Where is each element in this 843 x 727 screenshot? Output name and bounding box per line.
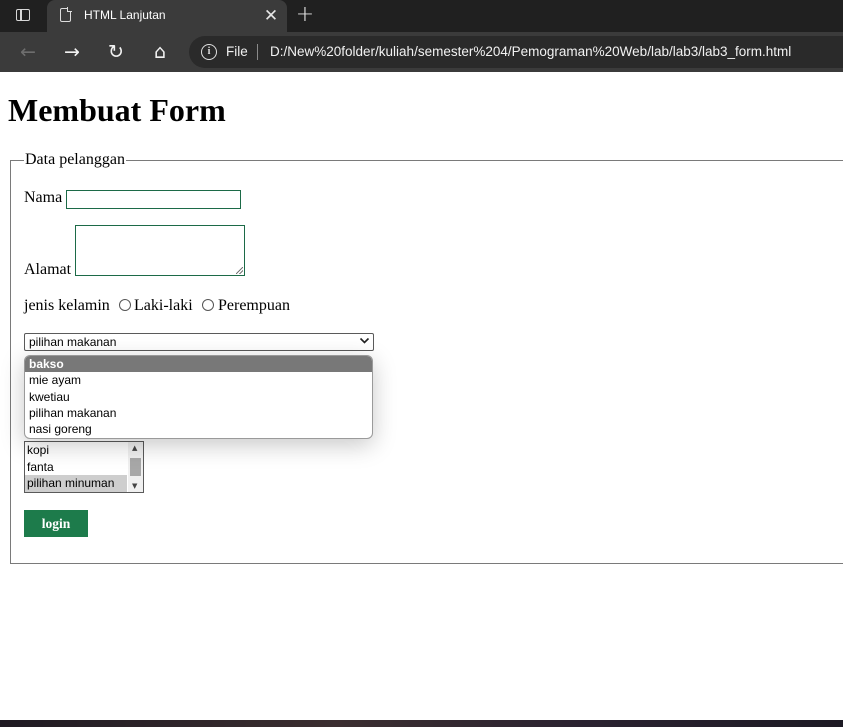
food-option-mie-ayam[interactable]: mie ayam xyxy=(25,372,372,388)
alamat-textarea[interactable] xyxy=(75,225,245,276)
active-tab[interactable]: HTML Lanjutan ✕ xyxy=(47,0,287,32)
food-option-bakso[interactable]: bakso xyxy=(25,356,372,373)
tab-bar: HTML Lanjutan ✕ + xyxy=(0,0,843,32)
close-icon[interactable]: ✕ xyxy=(261,6,281,26)
address-separator xyxy=(257,44,258,60)
nama-input[interactable] xyxy=(66,190,241,209)
back-icon[interactable]: ← xyxy=(16,40,40,64)
resize-grip-icon[interactable] xyxy=(236,267,243,274)
page-title: Membuat Form xyxy=(8,92,226,128)
alamat-label: Alamat xyxy=(24,261,72,278)
drink-listbox[interactable]: kopi fanta pilihan minuman ▲ ▼ xyxy=(24,441,144,493)
radio-laki-laki[interactable] xyxy=(119,299,131,311)
nama-label: Nama xyxy=(24,189,63,206)
food-dropdown-list: bakso mie ayam kwetiau pilihan makanan n… xyxy=(24,355,373,439)
radio-perempuan-label: Perempuan xyxy=(218,297,290,314)
forward-icon[interactable]: → xyxy=(60,40,84,64)
gender-label: jenis kelamin xyxy=(24,297,110,314)
login-button[interactable]: login xyxy=(24,510,88,537)
food-option-nasi-goreng[interactable]: nasi goreng xyxy=(25,421,372,437)
radio-laki-laki-label: Laki-laki xyxy=(134,297,193,314)
food-option-kwetiau[interactable]: kwetiau xyxy=(25,389,372,405)
tab-title: HTML Lanjutan xyxy=(84,8,166,22)
scroll-down-icon[interactable]: ▼ xyxy=(132,482,137,490)
fieldset-legend: Data pelanggan xyxy=(25,151,125,168)
scroll-thumb[interactable] xyxy=(130,458,141,476)
address-bar[interactable]: i File D:/New%20folder/kuliah/semester%2… xyxy=(189,36,843,68)
sidebar-toggle-icon[interactable] xyxy=(16,9,30,21)
url-text[interactable]: D:/New%20folder/kuliah/semester%204/Pemo… xyxy=(270,44,791,59)
home-icon[interactable]: ⌂ xyxy=(148,40,172,64)
taskbar-edge xyxy=(0,720,843,727)
scroll-up-icon[interactable]: ▲ xyxy=(132,444,137,452)
refresh-icon[interactable]: ↻ xyxy=(104,40,128,64)
info-icon[interactable]: i xyxy=(201,44,217,60)
drink-option-pilihan-minuman[interactable]: pilihan minuman xyxy=(25,475,127,492)
page-icon xyxy=(60,7,72,22)
chevron-down-icon xyxy=(359,335,370,349)
new-tab-button[interactable]: + xyxy=(294,4,316,26)
food-option-pilihan-makanan[interactable]: pilihan makanan xyxy=(25,405,372,421)
food-select-value: pilihan makanan xyxy=(29,335,117,349)
address-scheme-label: File xyxy=(226,44,248,59)
radio-perempuan[interactable] xyxy=(202,299,214,311)
drink-option-kopi[interactable]: kopi xyxy=(25,442,127,459)
food-select[interactable]: pilihan makanan xyxy=(24,333,374,351)
listbox-scrollbar[interactable]: ▲ ▼ xyxy=(128,442,143,492)
navigation-bar: ← → ↻ ⌂ i File D:/New%20folder/kuliah/se… xyxy=(0,32,843,72)
drink-option-fanta[interactable]: fanta xyxy=(25,459,127,476)
